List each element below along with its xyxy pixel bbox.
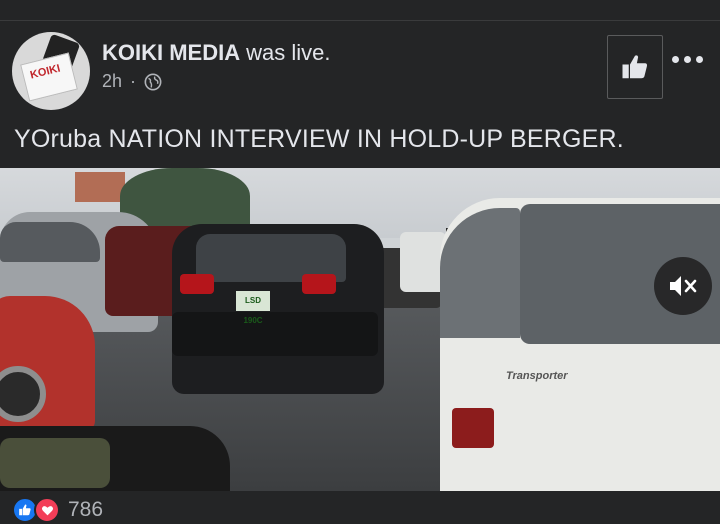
post-time[interactable]: 2h — [102, 71, 122, 92]
author-name[interactable]: KOIKI MEDIA — [102, 40, 240, 65]
more-dot — [696, 56, 703, 63]
post-meta: 2h · — [102, 71, 162, 92]
post-action: was live. — [246, 40, 331, 65]
unmute-button[interactable] — [654, 257, 712, 315]
thumbs-up-icon — [622, 55, 647, 79]
dashboard-cloth — [0, 438, 110, 488]
avatar[interactable]: KOIKI — [12, 32, 90, 110]
meta-separator: · — [130, 71, 137, 91]
video-black-suv: LSD 190C — [172, 224, 384, 394]
video-dashboard — [0, 426, 230, 491]
page-like-button[interactable] — [607, 35, 663, 99]
suv-bumper — [172, 312, 378, 356]
suv-taillight-right — [302, 274, 336, 294]
license-plate: LSD 190C — [236, 291, 270, 325]
speaker-muted-icon — [670, 276, 697, 296]
more-dot — [684, 56, 691, 63]
love-reaction-icon — [34, 497, 60, 523]
video-red-car — [0, 296, 95, 431]
globe-icon[interactable] — [144, 73, 162, 91]
more-options-button[interactable] — [672, 56, 706, 66]
van-side-window — [440, 208, 520, 338]
car-wheel — [0, 366, 46, 422]
reaction-count[interactable]: 786 — [68, 498, 103, 522]
top-divider — [0, 20, 720, 21]
reactions-bar[interactable]: 786 — [12, 497, 103, 523]
suv-taillight-left — [180, 274, 214, 294]
post-header-title: KOIKI MEDIA was live. — [102, 40, 330, 66]
van-taillight — [452, 408, 494, 448]
video-white-van: Transporter — [440, 198, 720, 491]
more-horizontal-icon — [672, 56, 679, 63]
video-house — [75, 172, 125, 202]
car-window — [0, 222, 100, 262]
van-model-badge: Transporter — [506, 370, 568, 382]
video-player[interactable]: LSD 190C Transporter — [0, 168, 720, 491]
post-caption: YOruba NATION INTERVIEW IN HOLD-UP BERGE… — [14, 125, 624, 153]
